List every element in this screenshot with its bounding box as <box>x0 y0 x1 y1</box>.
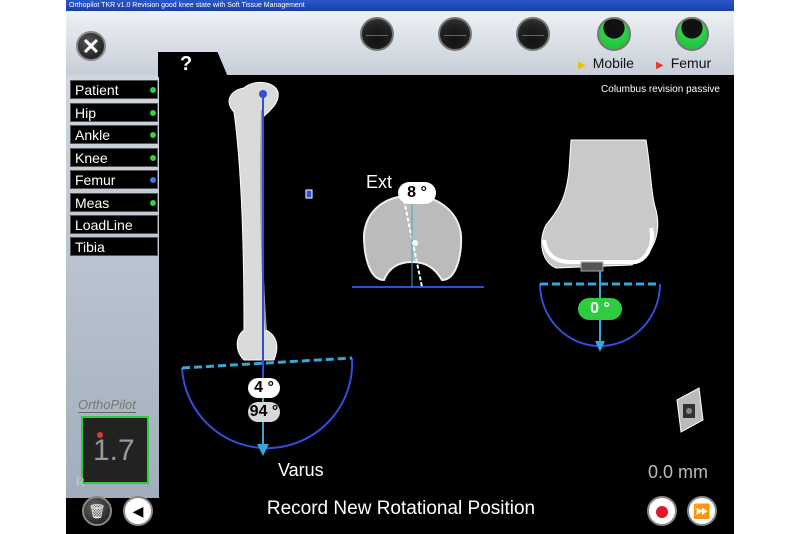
trash-button[interactable]: 🗑 <box>82 496 112 526</box>
back-arrow-icon: ◀ <box>132 503 144 519</box>
trash-icon: 🗑 <box>88 503 106 519</box>
marker-icon <box>305 189 313 199</box>
application-window: Orthopilot TKR v1.0 Revision good knee s… <box>66 0 734 534</box>
distance-value: 0.0 mm <box>648 462 709 482</box>
navigation-camera-icon[interactable] <box>669 380 709 440</box>
sagittal-value: 0 ° <box>578 298 622 320</box>
navigation-graphics <box>181 82 661 456</box>
ext-label: Ext <box>366 172 393 192</box>
fast-forward-icon: ⏩ <box>693 503 711 519</box>
mini-view: 1.7 <box>81 416 149 484</box>
ext-value: 8 ° <box>398 182 436 204</box>
femur-sagittal-view <box>541 139 659 272</box>
varus-label: Varus <box>278 460 324 480</box>
femur-axial-view <box>352 194 484 288</box>
record-button[interactable] <box>647 496 677 526</box>
tracker-icon <box>97 432 103 438</box>
varus-bottom-value: 94 ° <box>248 402 280 422</box>
status-message: Record New Rotational Position <box>266 498 536 519</box>
femur-bone-frontal <box>228 82 279 361</box>
side-letter: R <box>76 475 85 489</box>
record-icon <box>656 506 668 519</box>
back-button[interactable]: ◀ <box>123 496 153 526</box>
varus-top-value: 4 ° <box>248 378 280 398</box>
mini-view-value: 1.7 <box>93 434 135 467</box>
forward-button[interactable]: ⏩ <box>687 496 717 526</box>
brand-logo: OrthoPilot <box>78 397 136 413</box>
